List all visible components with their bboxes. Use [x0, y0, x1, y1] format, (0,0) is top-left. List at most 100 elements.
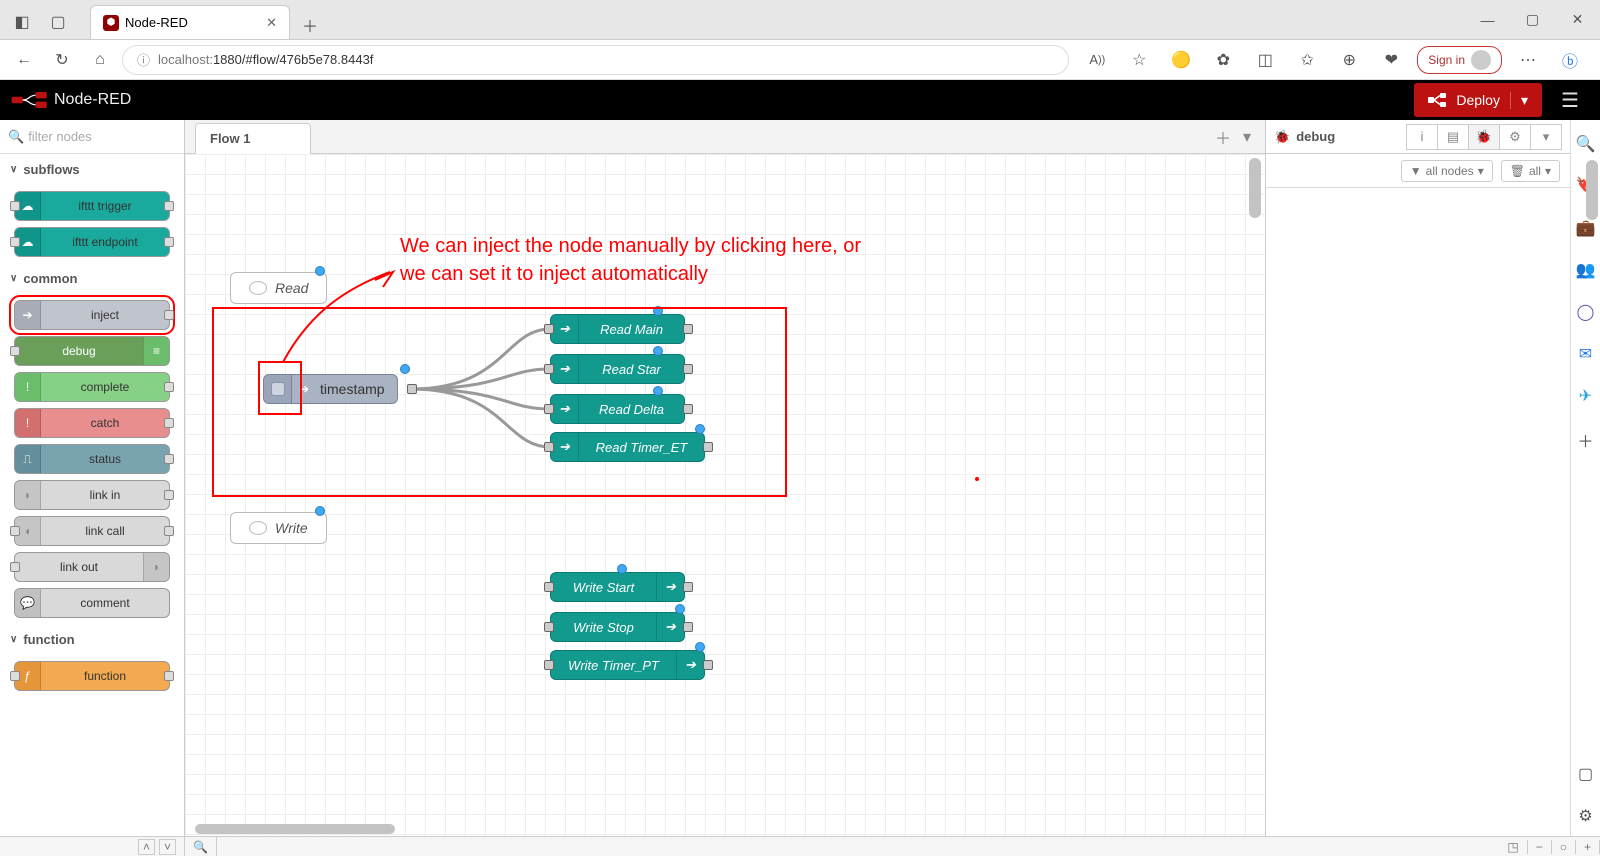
category-subflows[interactable]: ∨subflows	[0, 154, 184, 185]
palette-catch[interactable]: !catch	[14, 408, 170, 438]
input-port[interactable]	[544, 364, 554, 374]
extension-icon[interactable]: ✿	[1207, 44, 1239, 76]
flow-menu-icon[interactable]: ▾	[1243, 127, 1251, 147]
palette-status[interactable]: ⎍status	[14, 444, 170, 474]
output-port[interactable]	[703, 660, 713, 670]
output-port[interactable]	[407, 384, 417, 394]
filter-all-nodes[interactable]: ▼all nodes▾	[1401, 160, 1493, 182]
palette-link-out[interactable]: link out◗	[14, 552, 170, 582]
node-read-main[interactable]: ➔Read Main	[550, 314, 685, 344]
close-tab-icon[interactable]: ✕	[266, 15, 277, 31]
zoom-in[interactable]: +	[1576, 840, 1600, 854]
node-write-stop[interactable]: Write Stop➔	[550, 612, 685, 642]
window-minimize[interactable]: —	[1465, 0, 1510, 40]
palette-function[interactable]: ƒfunction	[14, 661, 170, 691]
briefcase-icon[interactable]: 💼	[1576, 218, 1596, 238]
inject-button[interactable]	[264, 375, 292, 403]
input-port[interactable]	[544, 622, 554, 632]
input-port[interactable]	[544, 404, 554, 414]
info-icon[interactable]: i	[1406, 124, 1438, 150]
plus-edge-icon[interactable]: ＋	[1577, 428, 1593, 452]
book-icon[interactable]: ▤	[1437, 124, 1469, 150]
palette-debug[interactable]: debug≡	[14, 336, 170, 366]
node-read-star[interactable]: ➔Read Star	[550, 354, 685, 384]
window-close[interactable]: ✕	[1555, 0, 1600, 40]
input-port[interactable]	[544, 582, 554, 592]
outlook-icon[interactable]: ✉	[1579, 344, 1592, 364]
read-aloud-icon[interactable]: A))	[1081, 44, 1113, 76]
input-port[interactable]	[544, 442, 554, 452]
palette-ifttt-trigger[interactable]: ☁ifttt trigger	[14, 191, 170, 221]
hamburger-menu[interactable]: ☰	[1550, 83, 1590, 117]
flow-canvas[interactable]: Read ➔ timestamp ➔Read Main ➔Read Star	[185, 154, 1265, 836]
tabs-icon[interactable]: ▢	[44, 8, 72, 36]
palette-collapse-icon[interactable]: ˄	[138, 839, 155, 855]
search-footer-icon[interactable]: 🔍	[193, 840, 208, 854]
output-port[interactable]	[683, 622, 693, 632]
palette-link-in[interactable]: ◗link in	[14, 480, 170, 510]
add-flow-icon[interactable]: ＋	[1215, 125, 1231, 149]
browser-tab[interactable]: ⬢ Node-RED ✕	[90, 5, 290, 39]
category-common[interactable]: ∨common	[0, 263, 184, 294]
input-port[interactable]	[544, 324, 554, 334]
favorite-icon[interactable]: ☆	[1123, 44, 1155, 76]
canvas-v-scrollbar[interactable]	[1249, 158, 1261, 218]
input-port[interactable]	[544, 660, 554, 670]
output-port[interactable]	[683, 404, 693, 414]
navigator-icon[interactable]: ◳	[1499, 840, 1527, 854]
url-input[interactable]: ⓘ localhost:1880/#flow/476b5e78.8443f	[122, 45, 1069, 75]
panel-icon[interactable]: ▢	[1578, 764, 1593, 784]
site-info-icon[interactable]: ⓘ	[137, 50, 150, 69]
deploy-dropdown[interactable]: ▾	[1510, 92, 1528, 109]
zoom-out[interactable]: −	[1528, 840, 1552, 854]
collections-icon[interactable]: ⊕	[1333, 44, 1365, 76]
deploy-button[interactable]: Deploy ▾	[1414, 83, 1542, 117]
settings-edge-icon[interactable]: ⚙	[1578, 806, 1592, 826]
search-edge-icon[interactable]: 🔍	[1576, 134, 1596, 154]
config-icon[interactable]: ⚙	[1499, 124, 1531, 150]
new-tab-button[interactable]: ＋	[296, 11, 324, 39]
idm-icon[interactable]: 🟡	[1165, 44, 1197, 76]
bing-icon[interactable]: ⓑ	[1554, 44, 1586, 76]
palette-scrollbar[interactable]	[1586, 160, 1598, 220]
comment-read[interactable]: Read	[230, 272, 327, 304]
node-write-timer-pt[interactable]: Write Timer_PT➔	[550, 650, 705, 680]
back-button[interactable]: ←	[8, 44, 40, 76]
more-menu-icon[interactable]: ⋯	[1512, 44, 1544, 76]
split-icon[interactable]: ◫	[1249, 44, 1281, 76]
output-port[interactable]	[703, 442, 713, 452]
category-function[interactable]: ∨function	[0, 624, 184, 655]
comment-write[interactable]: Write	[230, 512, 327, 544]
node-write-start[interactable]: Write Start➔	[550, 572, 685, 602]
performance-icon[interactable]: ❤	[1375, 44, 1407, 76]
people-icon[interactable]: 👥	[1576, 260, 1596, 280]
clear-all[interactable]: 🗑all▾	[1501, 160, 1560, 182]
sidebar-tab-debug[interactable]: 🐞 debug	[1274, 129, 1335, 145]
inject-timestamp-node[interactable]: ➔ timestamp	[263, 374, 398, 404]
output-port[interactable]	[683, 582, 693, 592]
node-read-delta[interactable]: ➔Read Delta	[550, 394, 685, 424]
palette-ifttt-endpoint[interactable]: ☁ifttt endpoint	[14, 227, 170, 257]
refresh-button[interactable]: ↻	[46, 44, 78, 76]
palette-expand-icon[interactable]: ˅	[159, 839, 176, 855]
sidebar-menu-icon[interactable]: ▾	[1530, 124, 1562, 150]
palette-inject[interactable]: ➔inject	[14, 300, 170, 330]
flow-tab[interactable]: Flow 1	[195, 123, 311, 154]
debug-tab-icon[interactable]: 🐞	[1468, 124, 1500, 150]
palette-link-call[interactable]: ◖link call	[14, 516, 170, 546]
home-button[interactable]: ⌂	[84, 44, 116, 76]
output-port[interactable]	[683, 364, 693, 374]
workspaces-icon[interactable]: ◧	[8, 8, 36, 36]
output-port[interactable]	[683, 324, 693, 334]
window-maximize[interactable]: ▢	[1510, 0, 1555, 40]
palette-complete[interactable]: !complete	[14, 372, 170, 402]
copilot-icon[interactable]: ◯	[1577, 302, 1595, 322]
filter-nodes-input[interactable]: 🔍 filter nodes	[0, 120, 184, 154]
node-read-timer-et[interactable]: ➔Read Timer_ET	[550, 432, 705, 462]
canvas-h-scrollbar[interactable]	[195, 824, 395, 834]
favorites-bar-icon[interactable]: ✩	[1291, 44, 1323, 76]
palette-comment[interactable]: 💬comment	[14, 588, 170, 618]
zoom-reset[interactable]: ○	[1552, 840, 1576, 854]
signin-button[interactable]: Sign in	[1417, 46, 1502, 74]
send-icon[interactable]: ✈	[1579, 386, 1592, 406]
